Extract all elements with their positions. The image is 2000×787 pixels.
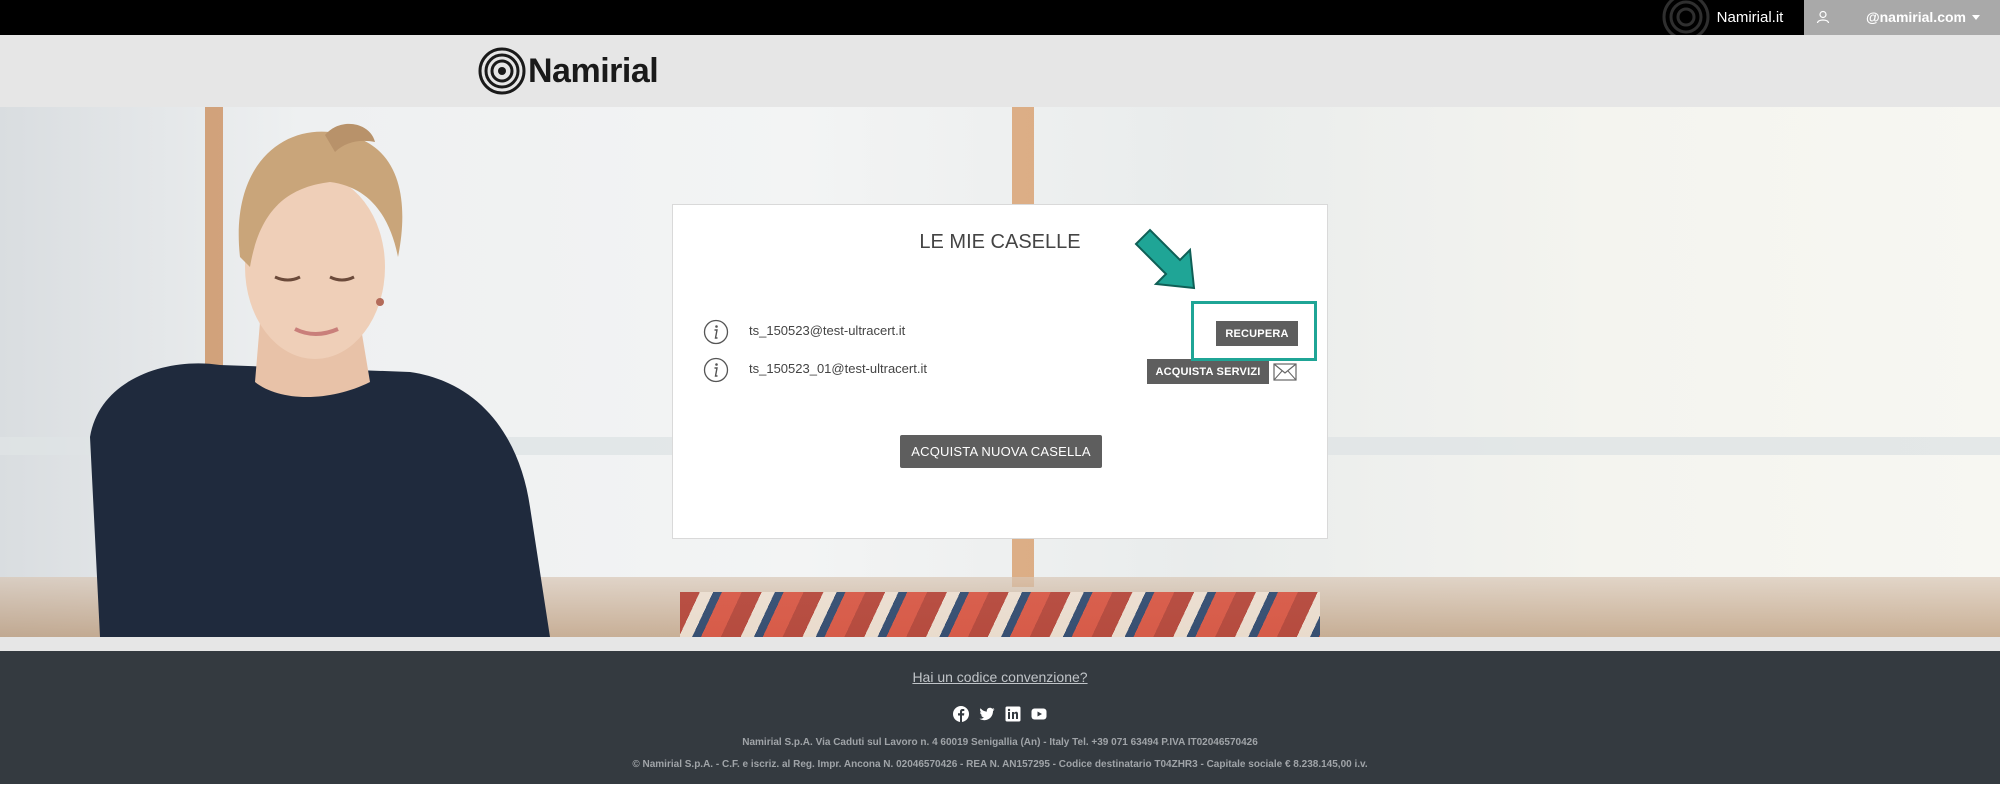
user-icon: [1816, 10, 1830, 24]
card-title: LE MIE CASELLE: [919, 231, 1081, 253]
social-links: [953, 706, 1047, 722]
annotation-highlight-box: [1191, 301, 1317, 361]
envelope-icon[interactable]: [1273, 361, 1297, 381]
footer-legal: © Namirial S.p.A. - C.F. e iscriz. al Re…: [632, 759, 1368, 770]
namirial-site-label: Namirial.it: [1716, 9, 1784, 26]
info-icon[interactable]: [703, 357, 729, 383]
convenzione-link[interactable]: Hai un codice convenzione?: [0, 669, 2000, 685]
mailbox-address: ts_150523@test-ultracert.it: [749, 323, 906, 338]
info-icon[interactable]: [703, 319, 729, 345]
footer-address: Namirial S.p.A. Via Caduti sul Lavoro n.…: [742, 737, 1258, 748]
footer-gap: [0, 637, 2000, 651]
mailboxes-card: LE MIE CASELLE ts_150523@test-ultracert.…: [672, 204, 1328, 539]
acquista-servizi-button[interactable]: ACQUISTA SERVIZI: [1147, 359, 1269, 384]
logo-text: Namirial: [528, 51, 659, 90]
namirial-logo[interactable]: Namirial: [478, 45, 659, 97]
hero-person-illustration: [90, 123, 550, 637]
acquista-nuova-casella-button[interactable]: ACQUISTA NUOVA CASELLA: [900, 435, 1102, 468]
top-bar: Namirial.it @namirial.com: [0, 0, 2000, 41]
linkedin-icon[interactable]: [1005, 706, 1021, 722]
mailbox-address: ts_150523_01@test-ultracert.it: [749, 361, 927, 376]
namirial-site-link[interactable]: Namirial.it: [1656, 0, 1804, 41]
youtube-icon[interactable]: [1031, 706, 1047, 722]
namirial-logo-icon: [478, 47, 526, 95]
chevron-down-icon: [1972, 15, 1980, 20]
twitter-icon[interactable]: [979, 706, 995, 722]
hero-decor: [680, 592, 1320, 637]
user-email: @namirial.com: [1865, 9, 1966, 25]
annotation-arrow-icon: [1134, 228, 1196, 290]
header: Namirial: [0, 35, 2000, 107]
user-menu[interactable]: @namirial.com: [1804, 0, 2000, 35]
facebook-icon[interactable]: [953, 706, 969, 722]
footer: Hai un codice convenzione? Namirial S.p.…: [0, 651, 2000, 784]
